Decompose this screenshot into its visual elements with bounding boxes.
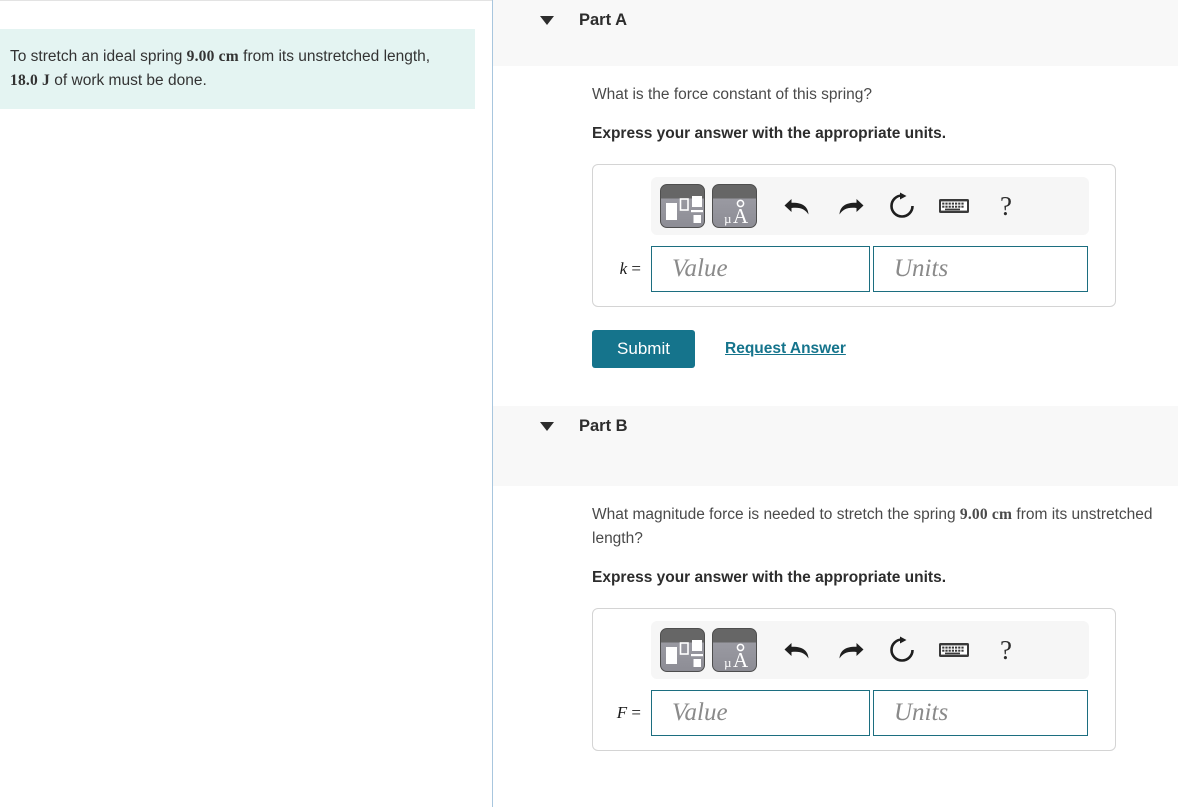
part-b-units-input[interactable]: [873, 690, 1088, 736]
part-b-answer-row: F =: [607, 690, 1101, 736]
help-label: ?: [1000, 634, 1012, 665]
part-a-answer-box: µ A ? k = Value Units: [592, 164, 1116, 307]
units-template-icon[interactable]: µ A: [712, 184, 757, 228]
part-b-body: What magnitude force is needed to stretc…: [493, 486, 1178, 751]
svg-text:µ: µ: [724, 655, 732, 670]
part-a-request-answer-link[interactable]: Request Answer: [725, 340, 846, 358]
part-a-question: What is the force constant of this sprin…: [592, 86, 872, 103]
problem-unit-2: J: [42, 72, 50, 89]
part-b-value-input[interactable]: [651, 690, 870, 736]
part-a-units-input[interactable]: [873, 246, 1088, 292]
part-b-instruction: Express your answer with the appropriate…: [592, 569, 947, 586]
undo-icon[interactable]: [772, 628, 824, 672]
parts-panel: Part A What is the force constant of thi…: [493, 0, 1178, 807]
part-b-title: Part B: [579, 417, 628, 435]
part-b-math-toolbar: µ A ?: [651, 621, 1089, 679]
undo-icon[interactable]: [772, 184, 824, 228]
units-template-icon[interactable]: µ A: [712, 628, 757, 672]
redo-icon[interactable]: [824, 184, 876, 228]
part-b-question-value: 9.00: [959, 506, 988, 523]
keyboard-icon[interactable]: [928, 184, 980, 228]
part-b-header[interactable]: Part B: [493, 406, 1178, 486]
part-a-answer-row: k =: [607, 246, 1101, 292]
svg-text:A: A: [733, 204, 749, 228]
chevron-down-icon[interactable]: [540, 16, 554, 25]
part-b-question: What magnitude force is needed to stretc…: [592, 503, 1174, 551]
help-icon[interactable]: ?: [980, 184, 1032, 228]
part-a-submit-row: Submit Request Answer: [592, 330, 1174, 368]
help-label: ?: [1000, 190, 1012, 221]
part-a-header[interactable]: Part A: [493, 0, 1178, 66]
math-template-icon[interactable]: [660, 628, 705, 672]
redo-icon[interactable]: [824, 628, 876, 672]
keyboard-icon[interactable]: [928, 628, 980, 672]
svg-text:µ: µ: [724, 211, 732, 226]
part-a-body: What is the force constant of this sprin…: [493, 66, 1178, 368]
part-b-variable: F: [616, 703, 628, 722]
problem-value-1: 9.00: [186, 48, 215, 65]
svg-text:A: A: [733, 648, 749, 672]
part-a-equals: =: [631, 259, 641, 278]
part-b-question-line1: What magnitude force is needed to stretc…: [592, 506, 960, 523]
problem-statement: To stretch an ideal spring 9.00 cm from …: [0, 29, 475, 109]
part-a-title: Part A: [579, 11, 627, 29]
part-a-instruction: Express your answer with the appropriate…: [592, 125, 947, 142]
problem-text-1: To stretch an ideal spring: [10, 48, 187, 65]
part-b-question-unit: cm: [991, 506, 1013, 523]
problem-text-2: from its unstretched length,: [238, 48, 431, 65]
problem-value-2: 18.0: [10, 72, 38, 89]
reset-icon[interactable]: [876, 184, 928, 228]
reset-icon[interactable]: [876, 628, 928, 672]
problem-unit-1: cm: [218, 48, 239, 65]
part-a-variable-label: k =: [607, 259, 651, 279]
part-b-answer-box: µ A ? F = Value Units: [592, 608, 1116, 751]
help-icon[interactable]: ?: [980, 628, 1032, 672]
problem-panel: To stretch an ideal spring 9.00 cm from …: [0, 0, 492, 807]
problem-text-3: of work must be done.: [49, 72, 207, 89]
part-a-value-input[interactable]: [651, 246, 870, 292]
chevron-down-icon[interactable]: [540, 422, 554, 431]
part-b-variable-label: F =: [607, 703, 651, 723]
math-template-icon[interactable]: [660, 184, 705, 228]
part-b-equals: =: [631, 703, 641, 722]
part-a-submit-button[interactable]: Submit: [592, 330, 695, 368]
part-a-math-toolbar: µ A ?: [651, 177, 1089, 235]
